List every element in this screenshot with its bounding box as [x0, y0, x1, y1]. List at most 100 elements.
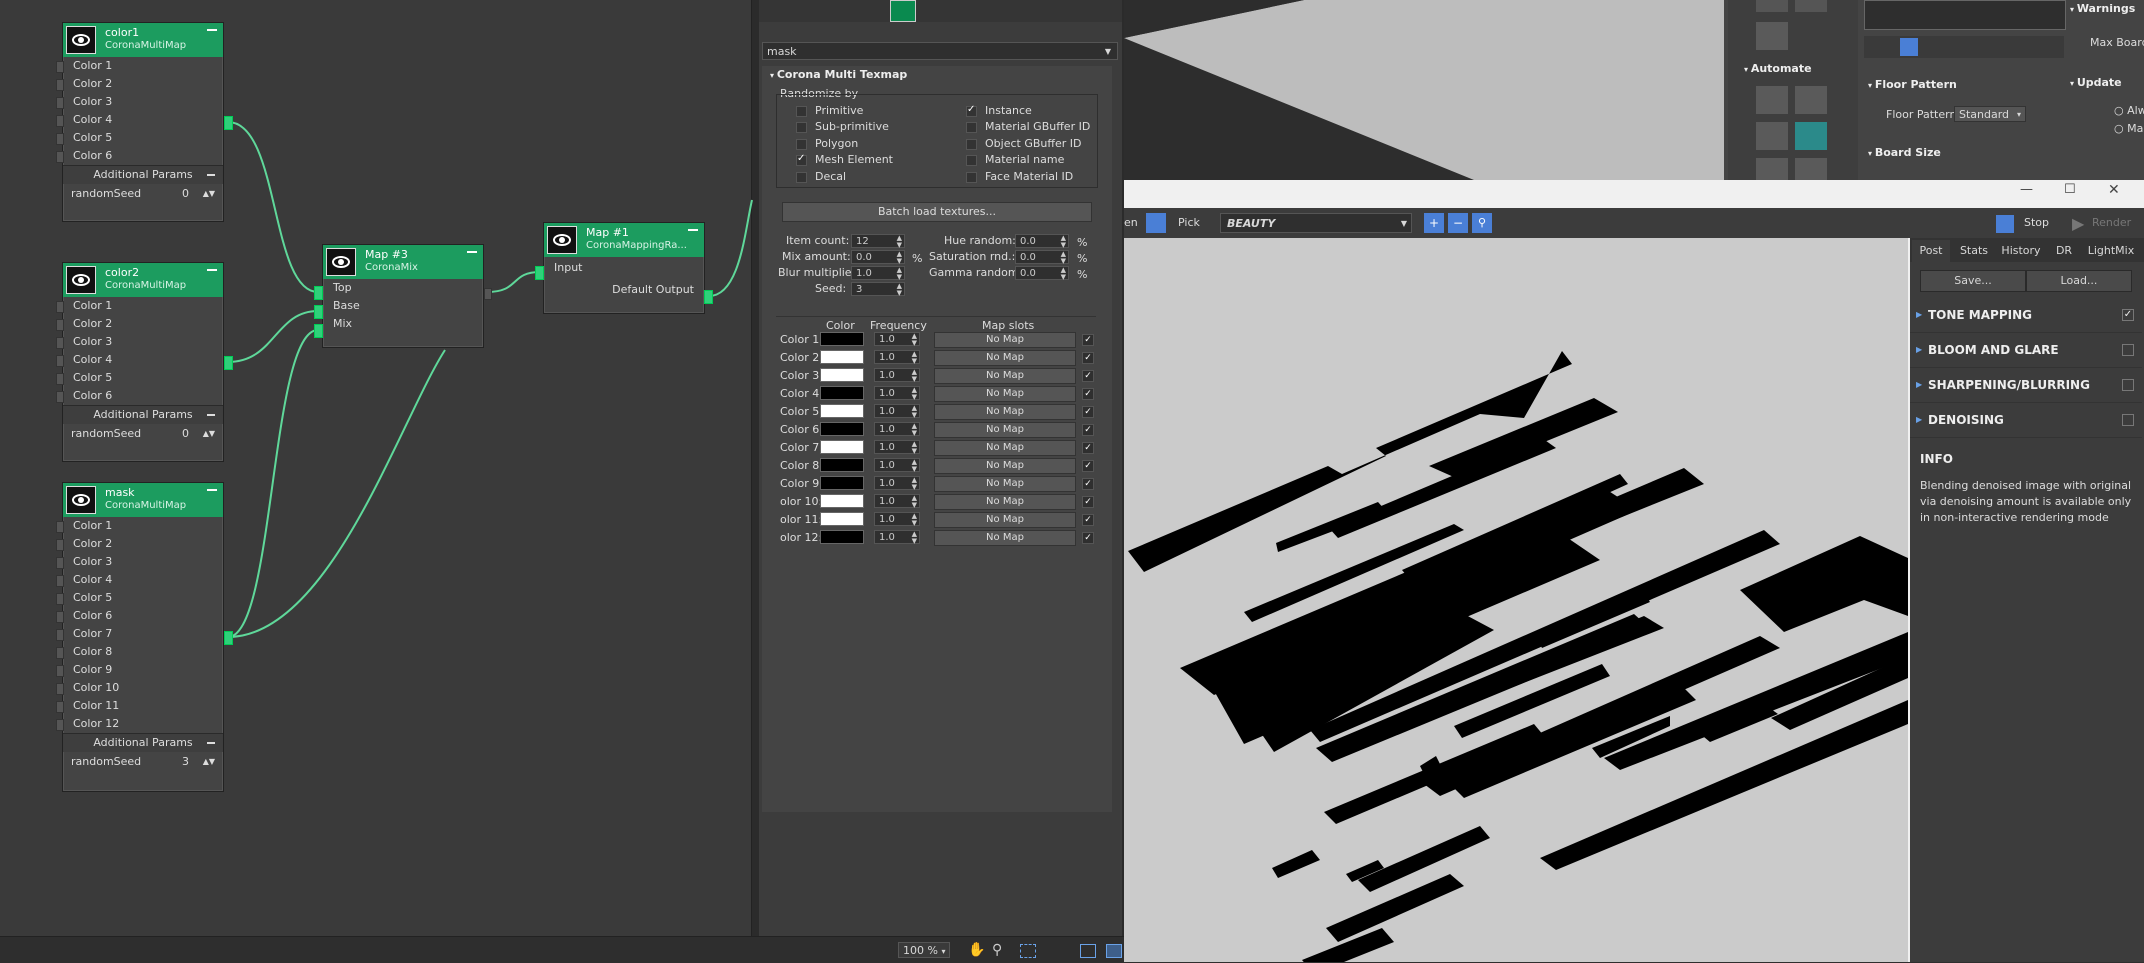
sharpening-checkbox[interactable]: [2122, 379, 2134, 391]
map-slot-button[interactable]: No Map: [934, 422, 1076, 438]
slot-row[interactable]: Color 4: [56, 111, 223, 129]
slot-row[interactable]: Color 1: [56, 517, 223, 535]
slot-enable-checkbox[interactable]: ✓: [1082, 370, 1094, 382]
mix-amount-spinner[interactable]: 0.0 ▲ ▼: [851, 250, 905, 265]
frequency-spinner[interactable]: 1.0 ▲ ▼: [874, 386, 920, 401]
map-slot-button[interactable]: No Map: [934, 530, 1076, 546]
slot-row[interactable]: Color 2: [56, 315, 223, 333]
slot-row[interactable]: Color 7: [56, 625, 223, 643]
color-swatch[interactable]: [820, 494, 864, 508]
frequency-spinner[interactable]: 1.0 ▲ ▼: [874, 458, 920, 473]
tool-icon[interactable]: [1795, 158, 1827, 180]
slot-row[interactable]: Color 12: [56, 715, 223, 733]
bloom-glare-section[interactable]: ▶ BLOOM AND GLARE: [1910, 333, 2142, 368]
color-swatch[interactable]: [820, 350, 864, 364]
randomize-subprimitive[interactable]: Sub-primitive: [796, 120, 889, 133]
node-header[interactable]: Map #1 CoronaMappingRa...: [544, 223, 704, 257]
sharpening-section[interactable]: ▶ SHARPENING/BLURRING: [1910, 368, 2142, 403]
frequency-spinner[interactable]: 1.0 ▲ ▼: [874, 440, 920, 455]
output-pin[interactable]: [224, 356, 233, 370]
frequency-spinner[interactable]: 1.0 ▲ ▼: [874, 332, 920, 347]
map-slot-button[interactable]: No Map: [934, 476, 1076, 492]
saturation-spinner[interactable]: 0.0 ▲ ▼: [1015, 250, 1069, 265]
floor-pattern-dropdown[interactable]: Standard ▾: [1954, 106, 2026, 122]
additional-params-header[interactable]: Additional Params: [63, 733, 223, 752]
warnings-header[interactable]: ▾ Warnings: [2070, 2, 2135, 15]
slot-row[interactable]: Color 5: [56, 129, 223, 147]
tab-history[interactable]: History: [1996, 240, 2046, 262]
minimize-window-icon[interactable]: —: [2020, 182, 2033, 197]
slot-enable-checkbox[interactable]: ✓: [1082, 406, 1094, 418]
save-button[interactable]: Save...: [1920, 270, 2026, 292]
slot-row[interactable]: Color 4: [56, 351, 223, 369]
slot-row[interactable]: Color 6: [56, 387, 223, 405]
slot-row[interactable]: Color 6: [56, 147, 223, 165]
output-pin[interactable]: [224, 631, 233, 645]
tool-icon[interactable]: [1756, 0, 1788, 12]
slot-enable-checkbox[interactable]: ✓: [1082, 514, 1094, 526]
zoom-region-icon[interactable]: [1020, 944, 1036, 958]
pan-icon[interactable]: ✋: [968, 942, 985, 958]
pick-hand-icon[interactable]: [1146, 213, 1166, 233]
map-slot-button[interactable]: No Map: [934, 368, 1076, 384]
random-seed-row[interactable]: randomSeed 0 ▲▼: [63, 184, 223, 204]
bloom-glare-checkbox[interactable]: [2122, 344, 2134, 356]
node-header[interactable]: color2 CoronaMultiMap: [63, 263, 223, 297]
minimize-icon[interactable]: [467, 251, 477, 253]
floor-pattern-header[interactable]: ▾ Floor Pattern: [1868, 78, 1957, 91]
color-swatch[interactable]: [820, 530, 864, 544]
minimize-icon[interactable]: [207, 29, 217, 31]
frequency-spinner[interactable]: 1.0 ▲ ▼: [874, 368, 920, 383]
render-play-icon[interactable]: ▶: [2072, 214, 2084, 233]
list-box[interactable]: [1864, 0, 2066, 30]
slot-row[interactable]: Color 2: [56, 75, 223, 93]
slot-enable-checkbox[interactable]: ✓: [1082, 424, 1094, 436]
map-slot-button[interactable]: No Map: [934, 494, 1076, 510]
node-map3[interactable]: Map #3 CoronaMix Top Base Mix: [322, 244, 484, 348]
input-row-base[interactable]: Base: [323, 297, 483, 315]
color-swatch[interactable]: [820, 458, 864, 472]
frequency-spinner[interactable]: 1.0 ▲ ▼: [874, 350, 920, 365]
minimize-icon[interactable]: [207, 269, 217, 271]
pin-stack-icon[interactable]: [1900, 38, 1918, 56]
map-slot-button[interactable]: No Map: [934, 386, 1076, 402]
output-row[interactable]: Default Output: [544, 279, 704, 301]
map-slot-button[interactable]: No Map: [934, 512, 1076, 528]
node-header[interactable]: Map #3 CoronaMix: [323, 245, 483, 279]
tab-dr[interactable]: DR: [2050, 240, 2078, 262]
batch-load-button[interactable]: Batch load textures...: [782, 202, 1092, 222]
color-swatch[interactable]: [820, 332, 864, 346]
map-slot-button[interactable]: No Map: [934, 332, 1076, 348]
input-row-mix[interactable]: Mix: [323, 315, 483, 333]
seed-spinner[interactable]: 3 ▲ ▼: [851, 282, 905, 297]
slot-enable-checkbox[interactable]: ✓: [1082, 478, 1094, 490]
random-seed-row[interactable]: randomSeed 0 ▲▼: [63, 424, 223, 444]
node-mask[interactable]: mask CoronaMultiMap Color 1 Color 2 Colo…: [56, 482, 224, 792]
color-swatch[interactable]: [820, 512, 864, 526]
slot-row[interactable]: Color 5: [56, 369, 223, 387]
map-slot-button[interactable]: No Map: [934, 440, 1076, 456]
frequency-spinner[interactable]: 1.0 ▲ ▼: [874, 422, 920, 437]
random-seed-row[interactable]: randomSeed 3 ▲▼: [63, 752, 223, 772]
input-row-top[interactable]: Top: [323, 279, 483, 297]
output-pin[interactable]: [704, 290, 713, 304]
zoom-selected-icon[interactable]: [1106, 944, 1122, 958]
update-always-radio[interactable]: ○ Alw: [2114, 104, 2144, 117]
tab-lightmix[interactable]: LightMix: [2080, 240, 2142, 262]
frequency-spinner[interactable]: 1.0 ▲ ▼: [874, 404, 920, 419]
slot-row[interactable]: Color 8: [56, 643, 223, 661]
frequency-spinner[interactable]: 1.0 ▲ ▼: [874, 476, 920, 491]
slot-enable-checkbox[interactable]: ✓: [1082, 352, 1094, 364]
zoom-dropdown[interactable]: 100 % ▾: [898, 942, 950, 958]
randomize-polygon[interactable]: Polygon: [796, 137, 858, 150]
material-preview-swatch[interactable]: [890, 0, 916, 22]
slot-enable-checkbox[interactable]: ✓: [1082, 388, 1094, 400]
color-swatch[interactable]: [820, 404, 864, 418]
additional-params-header[interactable]: Additional Params: [63, 405, 223, 424]
randomize-material-gbuffer[interactable]: Material GBuffer ID: [966, 120, 1090, 133]
slot-row[interactable]: Color 10: [56, 679, 223, 697]
frequency-spinner[interactable]: 1.0 ▲ ▼: [874, 512, 920, 527]
tone-mapping-checkbox[interactable]: ✓: [2122, 309, 2134, 321]
color-swatch[interactable]: [820, 422, 864, 436]
color-swatch[interactable]: [820, 440, 864, 454]
